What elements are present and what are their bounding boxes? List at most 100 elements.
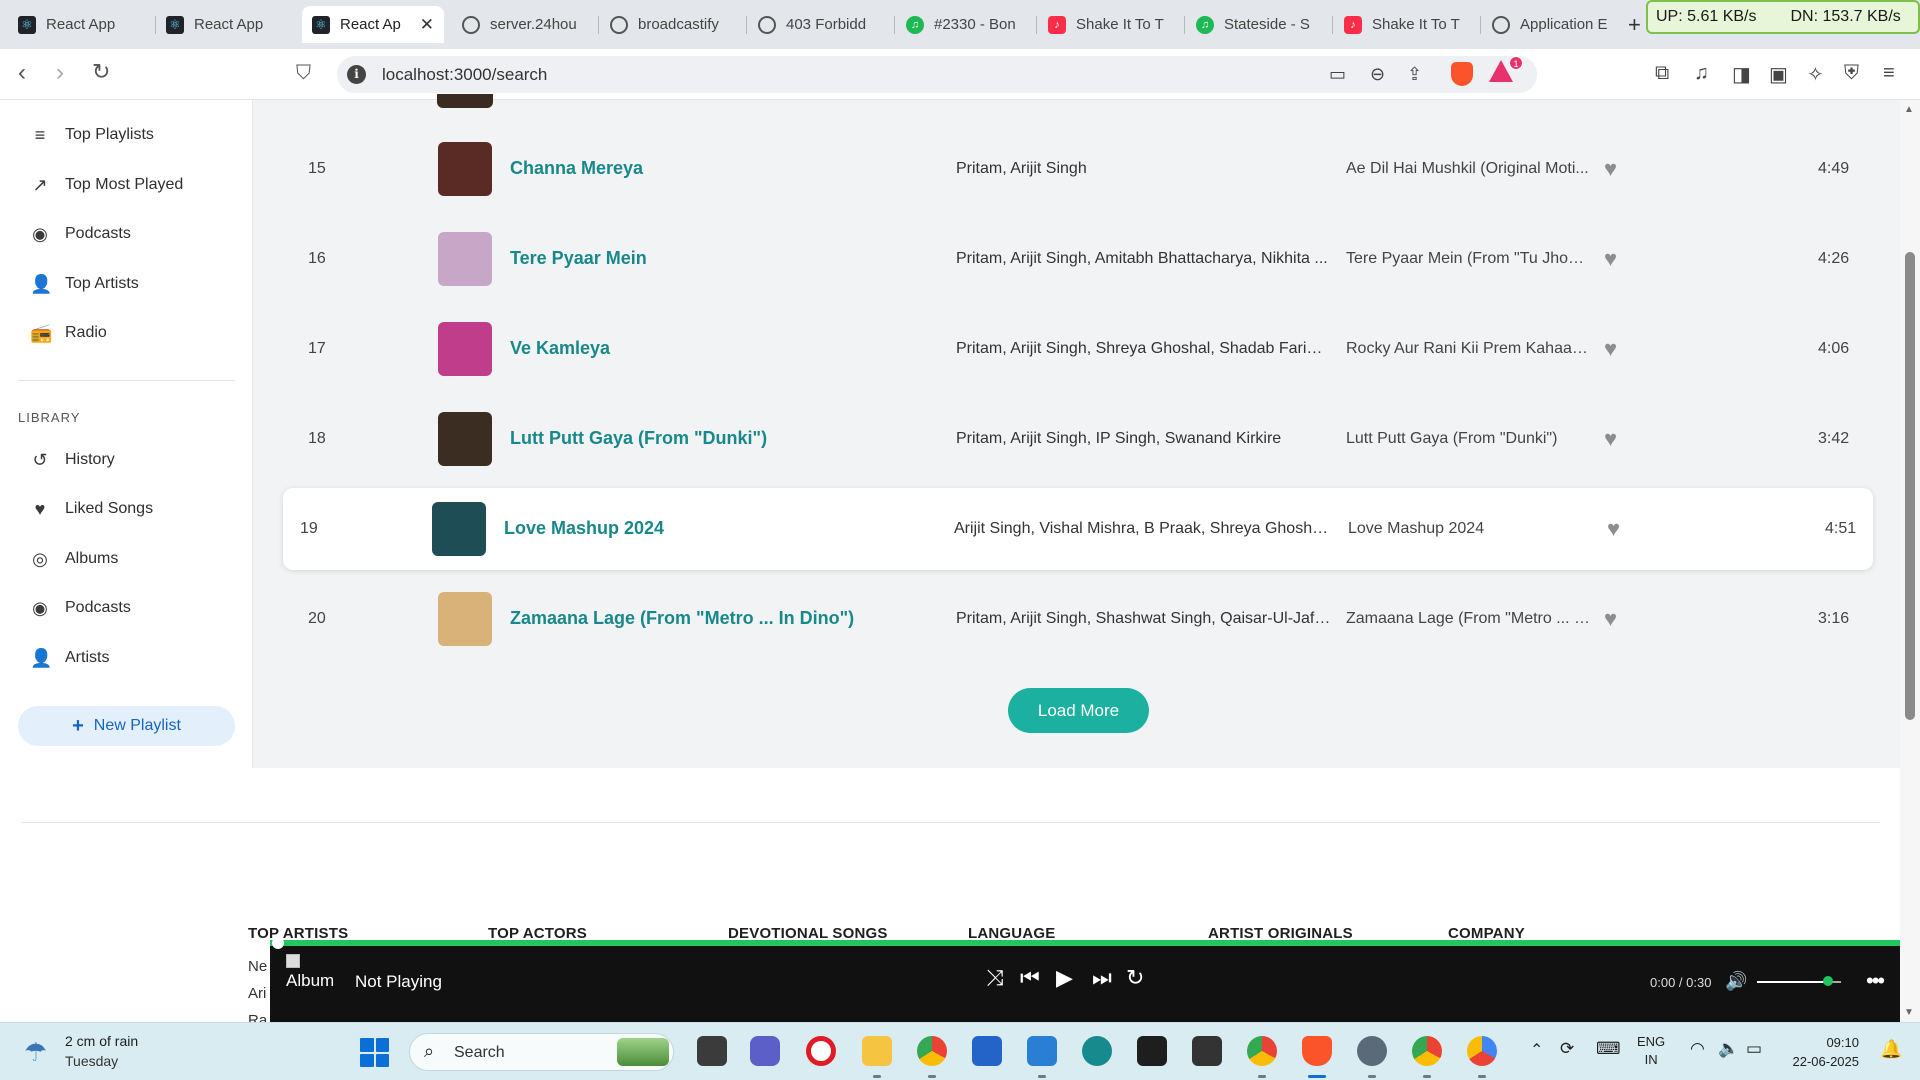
sidebar-item-radio[interactable]: 📻 Radio	[30, 318, 107, 348]
song-album[interactable]: Lutt Putt Gaya (From "Dunki")	[1346, 430, 1591, 448]
load-more-button[interactable]: Load More	[1008, 688, 1149, 733]
heart-icon[interactable]: ♥	[1604, 246, 1617, 272]
opera-icon[interactable]	[806, 1036, 836, 1066]
playback-progress-bar[interactable]	[270, 937, 1900, 949]
browser-tab[interactable]: server.24hou	[452, 6, 600, 43]
sidebar-item-top-artists[interactable]: 👤 Top Artists	[30, 269, 139, 299]
cast-icon[interactable]: ▭	[1329, 64, 1346, 85]
sidebar-item-artists[interactable]: 👤 Artists	[30, 643, 109, 673]
browser-tab[interactable]: broadcastify	[600, 6, 748, 43]
heart-icon[interactable]: ♥	[1604, 156, 1617, 182]
song-row[interactable]: 17 Ve Kamleya Pritam, Arijit Singh, Shre…	[283, 308, 1873, 390]
volume-handle[interactable]	[1823, 976, 1834, 986]
new-tab-icon[interactable]: +	[1628, 12, 1641, 38]
song-row[interactable]: 20 Zamaana Lage (From "Metro ... In Dino…	[283, 578, 1873, 660]
more-options-icon[interactable]: •••	[1866, 968, 1885, 994]
sidebar-item-history[interactable]: ↺ History	[30, 445, 114, 475]
chrome-profile-icon[interactable]	[1412, 1036, 1442, 1066]
settings-icon[interactable]	[1357, 1036, 1387, 1066]
heart-icon[interactable]: ♥	[1604, 426, 1617, 452]
song-title[interactable]: Love Mashup 2024	[504, 518, 664, 539]
address-bar[interactable]: i localhost:3000/search ▭ ⊖ ⇪ 1	[337, 56, 1537, 93]
song-title[interactable]: Lutt Putt Gaya (From "Dunki")	[510, 428, 767, 449]
browser-tab[interactable]: ⚛ React App	[156, 6, 306, 43]
song-album[interactable]: Ae Dil Hai Mushkil (Original Moti...	[1346, 160, 1591, 178]
media-icon[interactable]: ♫	[1694, 62, 1709, 85]
footer-link[interactable]: Ne	[248, 958, 267, 975]
browser-tab[interactable]: ♫ Stateside - S	[1186, 6, 1334, 43]
next-icon[interactable]: ⏭	[1092, 967, 1112, 989]
notification-bell-icon[interactable]: 🔔	[1880, 1039, 1902, 1060]
song-title[interactable]: Channa Mereya	[510, 158, 643, 179]
site-info-icon[interactable]: i	[347, 65, 366, 84]
heart-icon[interactable]: ♥	[1604, 336, 1617, 362]
song-row[interactable]: 15 Channa Mereya Pritam, Arijit Singh Ae…	[283, 128, 1873, 210]
input-language[interactable]: ENG IN	[1637, 1033, 1665, 1069]
back-icon[interactable]: ‹	[18, 61, 26, 85]
reload-icon[interactable]: ↻	[92, 61, 110, 83]
teams-icon[interactable]	[750, 1036, 780, 1066]
weather-text[interactable]: 2 cm of rain	[65, 1033, 138, 1049]
keyboard-icon[interactable]: ⌨	[1596, 1039, 1621, 1059]
song-album[interactable]: Zamaana Lage (From "Metro ... I...	[1346, 610, 1591, 628]
sidebar-toggle-icon[interactable]: ◨	[1732, 62, 1751, 87]
vpn-icon[interactable]: ⛨	[1844, 62, 1859, 85]
browser-tab-active[interactable]: ⚛ React Ap ✕	[302, 6, 444, 43]
vscode-icon[interactable]	[1027, 1036, 1057, 1066]
figma-icon[interactable]	[1137, 1036, 1167, 1066]
chrome-profile-icon[interactable]	[1467, 1036, 1497, 1066]
volume-icon[interactable]: 🔊	[1725, 971, 1747, 992]
sidebar-item-podcasts-library[interactable]: ◉ Podcasts	[30, 593, 131, 623]
forward-icon[interactable]: ›	[56, 61, 64, 85]
song-album[interactable]: Rocky Aur Rani Kii Prem Kahaani ...	[1346, 340, 1591, 358]
browser-tab[interactable]: ♪ Shake It To T	[1038, 6, 1186, 43]
chrome-profile-icon[interactable]	[1247, 1036, 1277, 1066]
battery-icon[interactable]: ▭	[1746, 1039, 1762, 1059]
brave-icon[interactable]	[1302, 1036, 1332, 1066]
arduino-icon[interactable]	[1082, 1036, 1112, 1066]
browser-tab[interactable]: ♪ Shake It To T	[1334, 6, 1482, 43]
menu-icon[interactable]: ≡	[1883, 62, 1895, 85]
song-title[interactable]: Tere Pyaar Mein	[510, 248, 647, 269]
sidebar-item-albums[interactable]: ◎ Albums	[30, 544, 118, 574]
scroll-down-icon[interactable]: ▼	[1904, 1007, 1914, 1018]
new-playlist-button[interactable]: + New Playlist	[18, 706, 235, 746]
song-title[interactable]: Ve Kamleya	[510, 338, 610, 359]
close-tab-icon[interactable]: ✕	[420, 15, 434, 35]
chrome-icon[interactable]	[917, 1036, 947, 1066]
wallet-icon[interactable]: ▣	[1769, 62, 1788, 87]
scrollbar-thumb[interactable]	[1905, 252, 1915, 720]
browser-tab[interactable]: Application E	[1482, 6, 1626, 43]
song-row[interactable]: 16 Tere Pyaar Mein Pritam, Arijit Singh,…	[283, 218, 1873, 300]
page-scrollbar[interactable]: ▲ ▼	[1900, 100, 1920, 1022]
scroll-up-icon[interactable]: ▲	[1904, 104, 1914, 115]
footer-link[interactable]: Ari	[248, 985, 266, 1002]
url-text[interactable]: localhost:3000/search	[382, 65, 547, 85]
browser-tab[interactable]: 403 Forbidd	[748, 6, 896, 43]
bookmark-icon[interactable]: ⛉	[296, 63, 311, 83]
heart-icon[interactable]: ♥	[1607, 516, 1620, 542]
song-row[interactable]: 18 Lutt Putt Gaya (From "Dunki") Pritam,…	[283, 398, 1873, 480]
task-view-icon[interactable]	[697, 1036, 727, 1066]
song-row-highlighted[interactable]: 19 Love Mashup 2024 Arijit Singh, Vishal…	[283, 488, 1873, 570]
progress-handle[interactable]	[272, 937, 284, 949]
song-title[interactable]: Zamaana Lage (From "Metro ... In Dino")	[510, 608, 854, 629]
wifi-icon[interactable]: ◠	[1690, 1039, 1705, 1059]
browser-tab[interactable]: ⚛ React App	[8, 6, 160, 43]
weather-rain-icon[interactable]: ☂	[24, 1037, 47, 1068]
play-icon[interactable]: ▶	[1056, 967, 1073, 989]
sidebar-item-liked-songs[interactable]: ♥ Liked Songs	[30, 494, 153, 524]
leo-ai-icon[interactable]: ✧	[1807, 62, 1824, 87]
zoom-out-icon[interactable]: ⊖	[1370, 64, 1385, 85]
repeat-icon[interactable]: ↻	[1126, 967, 1144, 989]
extensions-icon[interactable]: ⧉	[1655, 62, 1669, 85]
sidebar-item-podcasts[interactable]: ◉ Podcasts	[30, 219, 131, 249]
gimp-icon[interactable]	[1192, 1036, 1222, 1066]
heart-icon[interactable]: ♥	[1604, 606, 1617, 632]
brave-shields-icon[interactable]	[1451, 62, 1473, 86]
song-album[interactable]: Tere Pyaar Mein (From "Tu Jhoot...	[1346, 250, 1591, 268]
browser-tab[interactable]: ♫ #2330 - Bon	[896, 6, 1038, 43]
chevron-up-icon[interactable]: ⌃	[1530, 1040, 1543, 1060]
sidebar-item-top-playlists[interactable]: ≡ Top Playlists	[30, 120, 154, 150]
song-album[interactable]: Love Mashup 2024	[1348, 520, 1593, 538]
